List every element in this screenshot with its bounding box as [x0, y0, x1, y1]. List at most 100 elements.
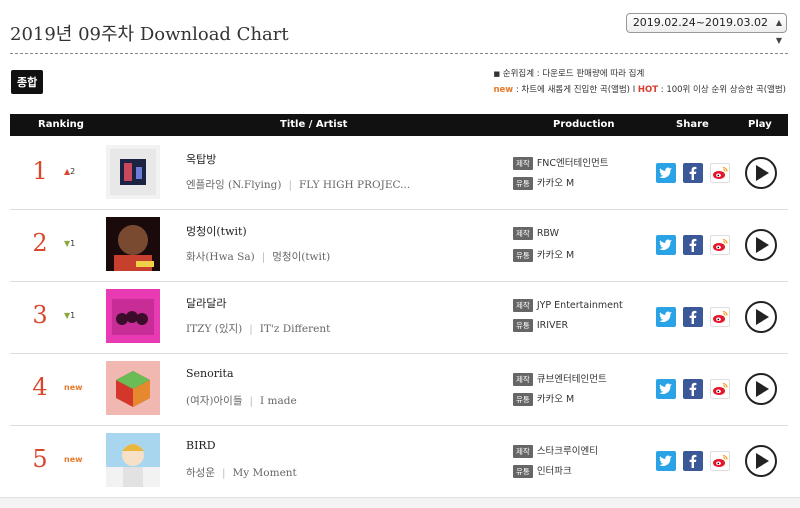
facebook-share-icon[interactable]: [683, 235, 703, 255]
distributor-line: 유통 카카오 M: [513, 175, 574, 190]
hot-legend: HOT: [637, 85, 659, 95]
chart-notes: ■ 순위집계 : 다운로드 판매량에 따라 집계 new : 차트에 새롭게 진…: [493, 66, 786, 98]
chart-row: 2 ▼1 멍청이(twit) 화사(Hwa Sa) | 멍청이(twit) 제작 RB…: [10, 209, 788, 282]
rank-change-value: 2: [70, 167, 76, 176]
weibo-share-icon[interactable]: [710, 163, 730, 183]
weibo-share-icon[interactable]: [710, 451, 730, 471]
artist-name[interactable]: 화사(Hwa Sa): [186, 251, 255, 263]
distributor-tag: 유통: [513, 177, 533, 190]
rank-number: 3: [32, 301, 48, 329]
divider: [10, 53, 788, 54]
song-title[interactable]: 옥탑방: [186, 151, 216, 167]
album-name[interactable]: I made: [260, 395, 297, 407]
bullet-icon: ■: [493, 70, 501, 78]
play-button[interactable]: [745, 301, 777, 333]
facebook-share-icon[interactable]: [683, 379, 703, 399]
album-cover[interactable]: [106, 145, 160, 199]
maker-name: JYP Entertainment: [536, 300, 623, 311]
maker-name: 스타크루이엔티: [536, 446, 598, 457]
rank-number: 4: [32, 373, 48, 401]
distributor-name: 인터파크: [536, 466, 572, 477]
facebook-share-icon[interactable]: [683, 307, 703, 327]
chart-row: 3 ▼1 달라달라 ITZY (있지) | IT'z Different 제작 JYP…: [10, 281, 788, 354]
distributor-line: 유통 인터파크: [513, 463, 572, 478]
maker-line: 제작 FNC엔터테인먼트: [513, 155, 608, 170]
album-cover[interactable]: [106, 289, 160, 343]
rank-number: 1: [32, 157, 48, 185]
distributor-name: 카카오 M: [536, 394, 575, 405]
album-name[interactable]: My Moment: [233, 467, 297, 479]
album-name[interactable]: FLY HIGH PROJEC...: [299, 179, 410, 191]
maker-tag: 제작: [513, 227, 533, 240]
page-title: 2019년 09주차 Download Chart: [10, 24, 289, 46]
week-select-value: 2019.02.24~2019.03.02: [632, 16, 768, 29]
col-share: Share: [676, 119, 709, 130]
col-title-artist: Title / Artist: [280, 119, 348, 130]
rank-change: ▲2: [64, 167, 75, 176]
twitter-share-icon[interactable]: [656, 451, 676, 471]
album-cover[interactable]: [106, 361, 160, 415]
facebook-share-icon[interactable]: [683, 163, 703, 183]
rank-change-value: new: [64, 455, 83, 464]
artist-name[interactable]: 엔플라잉 (N.Flying): [186, 179, 281, 191]
maker-name: 큐브엔터테인먼트: [536, 374, 607, 385]
play-icon: [756, 381, 769, 397]
distributor-tag: 유통: [513, 249, 533, 262]
separator: |: [249, 323, 253, 335]
facebook-share-icon[interactable]: [683, 451, 703, 471]
song-title[interactable]: 달라달라: [186, 295, 226, 311]
twitter-share-icon[interactable]: [656, 235, 676, 255]
play-icon: [756, 237, 769, 253]
twitter-share-icon[interactable]: [656, 163, 676, 183]
album-cover[interactable]: [106, 433, 160, 487]
separator: |: [288, 179, 292, 191]
rank-number: 2: [32, 229, 48, 257]
table-header: Ranking Title / Artist Production Share …: [10, 114, 788, 136]
chart-row: 1 ▲2 옥탑방 엔플라잉 (N.Flying) | FLY HIGH PROJEC…: [10, 137, 788, 210]
maker-tag: 제작: [513, 299, 533, 312]
artist-album: ITZY (있지) | IT'z Different: [186, 321, 330, 336]
weibo-share-icon[interactable]: [710, 235, 730, 255]
artist-album: 하성운 | My Moment: [186, 465, 297, 480]
distributor-line: 유통 카카오 M: [513, 247, 574, 262]
play-icon: [756, 165, 769, 181]
maker-line: 제작 RBW: [513, 227, 559, 240]
play-button[interactable]: [745, 445, 777, 477]
artist-name[interactable]: 하성운: [186, 467, 215, 479]
col-play: Play: [748, 119, 772, 130]
separator: |: [261, 251, 266, 263]
album-name[interactable]: 멍청이(twit): [272, 251, 330, 263]
play-icon: [756, 309, 769, 325]
album-cover[interactable]: [106, 217, 160, 271]
twitter-share-icon[interactable]: [656, 379, 676, 399]
page-footer-strip: [0, 497, 800, 508]
distributor-tag: 유통: [513, 465, 533, 478]
distributor-name: 카카오 M: [536, 178, 575, 189]
play-button[interactable]: [745, 229, 777, 261]
artist-name[interactable]: (여자)아이들: [186, 395, 243, 407]
song-title[interactable]: Senorita: [186, 367, 234, 380]
week-select[interactable]: 2019.02.24~2019.03.02 ▲ ▼: [625, 13, 787, 45]
chart-row: 5 new BIRD 하성운 | My Moment 제작 스타크루이엔티 유통 인터파…: [10, 425, 788, 498]
album-name[interactable]: IT'z Different: [260, 323, 331, 335]
song-title[interactable]: 멍청이(twit): [186, 223, 247, 239]
separator: |: [249, 395, 254, 407]
artist-name[interactable]: ITZY (있지): [186, 323, 242, 335]
distributor-name: IRIVER: [536, 320, 569, 331]
maker-tag: 제작: [513, 157, 533, 170]
play-button[interactable]: [745, 157, 777, 189]
weibo-share-icon[interactable]: [710, 379, 730, 399]
distributor-line: 유통 카카오 M: [513, 391, 574, 406]
twitter-share-icon[interactable]: [656, 307, 676, 327]
play-button[interactable]: [745, 373, 777, 405]
select-arrows-icon: ▲ ▼: [775, 18, 782, 45]
weibo-share-icon[interactable]: [710, 307, 730, 327]
distributor-tag: 유통: [513, 393, 533, 406]
artist-album: (여자)아이들 | I made: [186, 393, 297, 408]
distributor-name: 카카오 M: [536, 250, 575, 261]
artist-album: 엔플라잉 (N.Flying) | FLY HIGH PROJEC...: [186, 177, 410, 192]
maker-line: 제작 큐브엔터테인먼트: [513, 371, 607, 386]
song-title[interactable]: BIRD: [186, 439, 216, 452]
new-legend: new: [493, 85, 514, 95]
notes-line1: 순위집계 : 다운로드 판매량에 따라 집계: [502, 69, 645, 79]
